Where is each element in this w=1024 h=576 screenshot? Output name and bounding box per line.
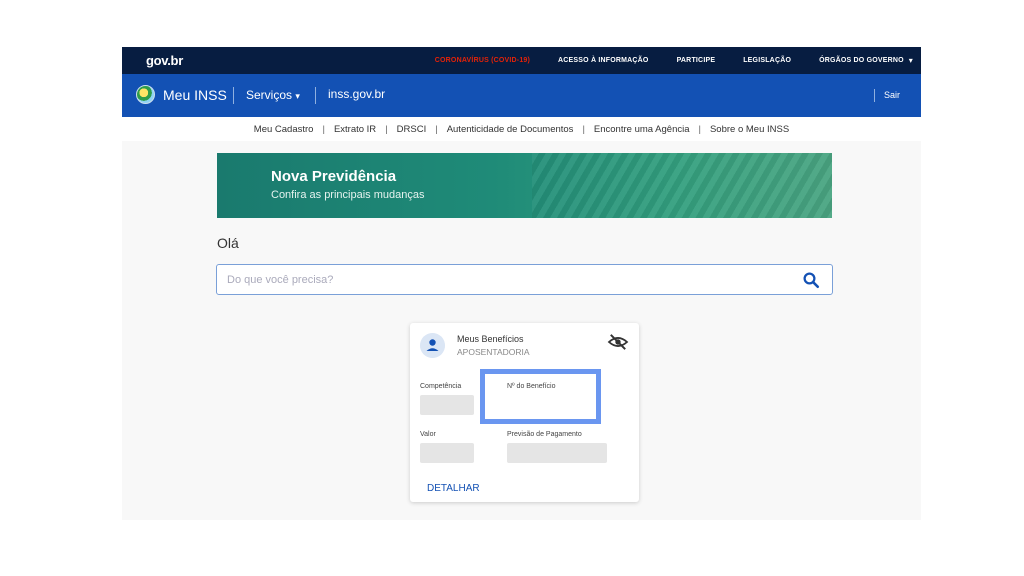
banner-background-image	[532, 153, 832, 218]
divider	[315, 87, 316, 104]
govbr-logo[interactable]: gov.br	[146, 53, 183, 68]
greeting: Olá	[217, 235, 239, 251]
search-input[interactable]	[227, 271, 787, 289]
link-participe[interactable]: PARTICIPE	[677, 57, 716, 64]
link-acesso-informacao[interactable]: ACESSO À INFORMAÇÃO	[558, 57, 649, 64]
browser-frame: gov.br CORONAVÍRUS (COVID-19) ACESSO À I…	[122, 47, 921, 520]
sair-button[interactable]: Sair	[884, 90, 900, 100]
valor-value-placeholder	[420, 443, 474, 463]
banner-subtitle: Confira as principais mudanças	[271, 189, 425, 201]
eye-off-icon[interactable]	[607, 333, 629, 351]
nav-extrato-ir[interactable]: Extrato IR	[325, 124, 385, 135]
govbr-links: CORONAVÍRUS (COVID-19) ACESSO À INFORMAÇ…	[435, 47, 913, 74]
beneficiary-icon	[420, 333, 445, 358]
nova-previdencia-banner[interactable]: Nova Previdência Confira as principais m…	[217, 153, 832, 218]
link-orgaos-governo[interactable]: ÓRGÃOS DO GOVERNO	[819, 57, 904, 64]
label-competencia: Competência	[420, 383, 462, 390]
card-subtitle: APOSENTADORIA	[457, 347, 530, 357]
nav-sobre-meu-inss[interactable]: Sobre o Meu INSS	[701, 124, 798, 135]
meus-beneficios-card: Meus Benefícios APOSENTADORIA Competênci…	[410, 323, 639, 502]
label-numero-beneficio: Nº do Benefício	[507, 383, 556, 390]
search-box	[216, 264, 833, 295]
inss-brand[interactable]: Meu INSS	[136, 85, 227, 104]
nav-meu-cadastro[interactable]: Meu Cadastro	[245, 124, 323, 135]
divider	[233, 87, 234, 104]
link-covid[interactable]: CORONAVÍRUS (COVID-19)	[435, 57, 530, 64]
divider	[874, 89, 875, 102]
nav-autenticidade[interactable]: Autenticidade de Documentos	[438, 124, 583, 135]
label-valor: Valor	[420, 431, 436, 438]
nav-encontre-agencia[interactable]: Encontre uma Agência	[585, 124, 699, 135]
competencia-value-placeholder	[420, 395, 474, 415]
nav-drsci[interactable]: DRSCI	[388, 124, 436, 135]
previsao-value-placeholder	[507, 443, 607, 463]
numero-beneficio-highlight	[480, 369, 601, 424]
sub-nav: Meu Cadastro | Extrato IR | DRSCI | Aute…	[122, 117, 921, 141]
card-title: Meus Benefícios	[457, 334, 524, 344]
link-legislacao[interactable]: LEGISLAÇÃO	[743, 57, 791, 64]
servicos-label: Serviços	[246, 88, 293, 102]
servicos-menu[interactable]: Serviços ▾	[246, 88, 300, 102]
inss-header: Meu INSS Serviços ▾ inss.gov.br Sair	[122, 74, 921, 117]
search-icon[interactable]	[802, 271, 820, 289]
chevron-down-icon: ▾	[295, 91, 300, 101]
banner-title: Nova Previdência	[271, 168, 397, 185]
chevron-down-icon[interactable]: ▾	[909, 56, 913, 65]
app-name: Meu INSS	[163, 86, 227, 103]
govbr-bar: gov.br CORONAVÍRUS (COVID-19) ACESSO À I…	[122, 47, 921, 74]
inss-site-link[interactable]: inss.gov.br	[328, 87, 385, 101]
label-previsao-pagamento: Previsão de Pagamento	[507, 431, 582, 438]
inss-globe-icon	[136, 85, 155, 104]
detalhar-link[interactable]: DETALHAR	[427, 483, 480, 494]
